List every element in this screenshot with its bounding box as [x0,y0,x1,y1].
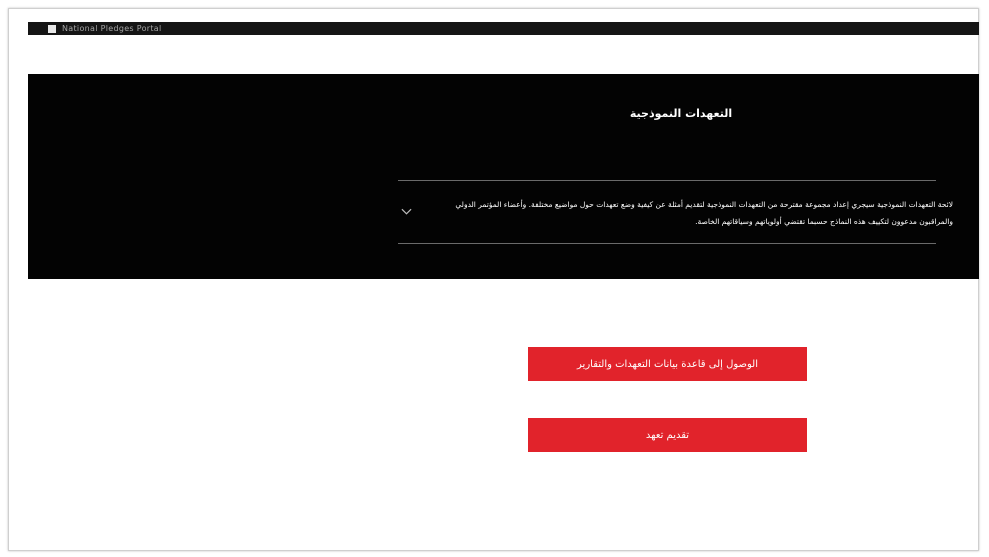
accordion-top-divider [398,180,936,181]
accordion-bottom-divider [398,243,936,244]
page-title: التعهدات النموذجية [629,107,733,120]
hero-panel: التعهدات النموذجية لائحة التعهدات النموذ… [28,74,979,279]
pledges-database-button[interactable]: الوصول إلى قاعدة بيانات التعهدات والتقار… [528,347,807,381]
site-logo-icon[interactable] [48,24,56,33]
top-navigation-bar: National Pledges Portal [28,22,979,35]
accordion-description[interactable]: لائحة التعهدات النموذجية سيجري إعداد مجم… [423,196,953,230]
chevron-down-icon[interactable] [401,206,412,217]
submit-pledge-button[interactable]: تقديم تعهد [528,418,807,452]
site-brand-name[interactable]: National Pledges Portal [62,24,162,33]
